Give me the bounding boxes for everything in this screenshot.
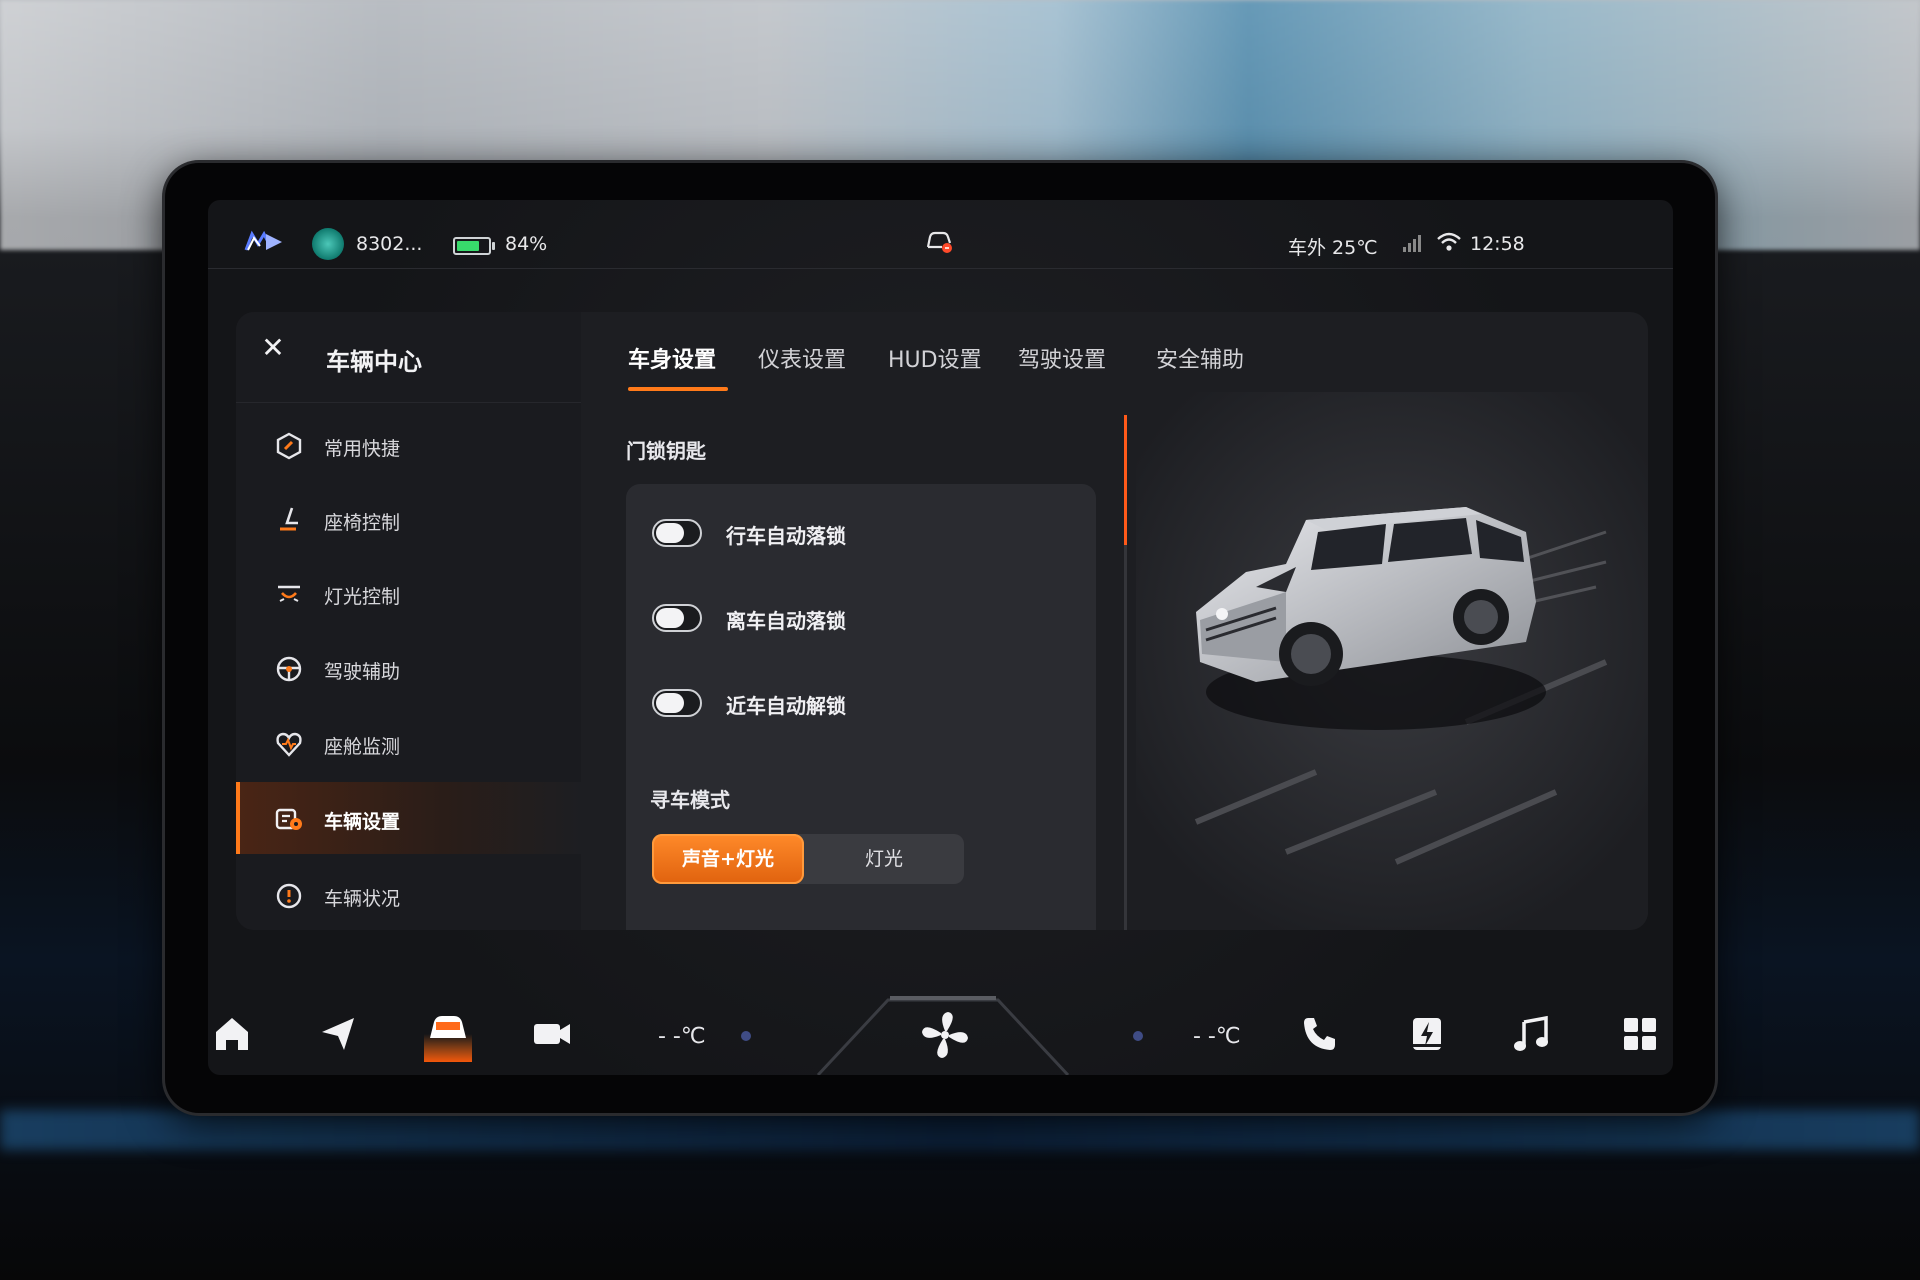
user-name[interactable]: 8302...: [356, 233, 422, 255]
outside-temperature: 车外 25℃: [1288, 237, 1378, 259]
find-car-light-option[interactable]: 灯光: [804, 834, 964, 884]
vehicle-center-panel: ✕ 车辆中心 常用快捷 座椅控制 灯光控制 驾驶辅助 座舱监测 车辆设置 车辆状…: [236, 312, 1648, 930]
sidebar-item-driving-assist[interactable]: 驾驶辅助: [236, 632, 581, 704]
sidebar-item-seat[interactable]: 座椅控制: [236, 483, 581, 555]
door-lock-card: 行车自动落锁 离车自动落锁 近车自动解锁 寻车模式 声音+灯光 灯光: [626, 484, 1096, 930]
vehicle-status-icon: [276, 883, 302, 909]
sidebar-item-vehicle-settings[interactable]: 车辆设置: [236, 782, 581, 854]
toggle-label: 离车自动落锁: [726, 609, 846, 633]
infotainment-screen: 8302... 84% 车外 25℃ 12:58 ✕ 车辆中心 常用快捷 座椅控…: [208, 200, 1673, 1075]
vehicle-center-icon[interactable]: [422, 1004, 474, 1064]
approach-unlock-toggle[interactable]: [652, 689, 702, 717]
home-icon[interactable]: [210, 1012, 254, 1056]
sidebar-item-label: 灯光控制: [324, 586, 401, 608]
active-tab-indicator: [628, 387, 728, 391]
status-divider: [208, 268, 1673, 269]
phone-icon[interactable]: [1298, 1012, 1342, 1056]
drive-autolock-toggle[interactable]: [652, 519, 702, 547]
find-car-mode-selector: 声音+灯光 灯光: [652, 834, 964, 884]
clock: 12:58: [1470, 233, 1525, 255]
bottom-dock: - -℃ - -℃: [208, 990, 1673, 1075]
toggle-label: 行车自动落锁: [726, 524, 846, 548]
vehicle-settings-icon: [275, 808, 302, 830]
user-avatar[interactable]: [312, 228, 344, 260]
cabin-monitor-icon: [276, 732, 302, 757]
toggle-row-approach-unlock: 近车自动解锁: [626, 673, 1096, 733]
close-icon[interactable]: ✕: [259, 334, 287, 362]
tab-safety-assist[interactable]: 安全辅助: [1156, 342, 1244, 374]
seat-icon: [280, 507, 298, 531]
shortcut-hexagon-icon: [276, 432, 302, 460]
car-alert-icon[interactable]: [924, 229, 954, 255]
navigation-icon[interactable]: [316, 1012, 360, 1056]
leave-autolock-toggle[interactable]: [652, 604, 702, 632]
find-car-sound-light-option[interactable]: 声音+灯光: [652, 834, 804, 884]
sidebar-item-label: 驾驶辅助: [324, 661, 401, 683]
steering-wheel-icon: [276, 656, 302, 682]
signal-icon: [1403, 235, 1421, 252]
vehicle-3d-illustration: [1136, 392, 1648, 930]
light-icon: [278, 585, 300, 602]
sidebar-item-vehicle-status[interactable]: 车辆状况: [236, 859, 581, 930]
sidebar-item-cabin-monitor[interactable]: 座舱监测: [236, 707, 581, 779]
door-lock-section-title: 门锁钥匙: [626, 439, 706, 463]
scrollbar[interactable]: [1124, 415, 1127, 930]
toggle-row-drive-autolock: 行车自动落锁: [626, 503, 1096, 563]
toggle-row-leave-autolock: 离车自动落锁: [626, 588, 1096, 648]
tab-body-settings[interactable]: 车身设置: [628, 342, 716, 374]
dashboard-ambient-light: [0, 1110, 1920, 1150]
find-car-mode-title: 寻车模式: [650, 788, 730, 812]
left-temperature[interactable]: - -℃: [658, 1024, 706, 1049]
fan-icon[interactable]: [918, 1008, 972, 1062]
scrollbar-thumb[interactable]: [1124, 415, 1127, 545]
charging-icon[interactable]: [1405, 1012, 1449, 1056]
tab-driving-settings[interactable]: 驾驶设置: [1018, 342, 1106, 374]
apps-grid-icon[interactable]: [1618, 1012, 1662, 1056]
sidebar-item-shortcuts[interactable]: 常用快捷: [236, 409, 581, 481]
sidebar-item-label: 车辆设置: [324, 811, 401, 833]
sidebar-item-lights[interactable]: 灯光控制: [236, 557, 581, 629]
sidebar-item-label: 常用快捷: [324, 438, 401, 460]
sidebar-item-label: 车辆状况: [324, 888, 401, 910]
music-icon[interactable]: [1510, 1012, 1554, 1056]
left-climate-dot: [741, 1031, 751, 1041]
tab-hud-settings[interactable]: HUD设置: [888, 342, 982, 374]
page-title: 车辆中心: [326, 348, 422, 376]
battery-fill: [457, 241, 479, 251]
sidebar: ✕ 车辆中心 常用快捷 座椅控制 灯光控制 驾驶辅助 座舱监测 车辆设置 车辆状…: [236, 312, 581, 930]
sidebar-item-label: 座椅控制: [324, 512, 401, 534]
toggle-label: 近车自动解锁: [726, 694, 846, 718]
camera-icon[interactable]: [530, 1012, 574, 1056]
status-bar: 8302... 84% 车外 25℃ 12:58: [208, 200, 1673, 270]
brand-logo-icon: [244, 230, 282, 251]
right-temperature[interactable]: - -℃: [1193, 1024, 1241, 1049]
battery-percent: 84%: [505, 233, 548, 255]
sidebar-header: ✕ 车辆中心: [236, 312, 581, 403]
battery-icon: [453, 237, 495, 255]
right-climate-dot: [1133, 1031, 1143, 1041]
wifi-icon: [1437, 232, 1461, 251]
tab-instrument-settings[interactable]: 仪表设置: [758, 342, 846, 374]
sidebar-item-label: 座舱监测: [324, 736, 401, 758]
